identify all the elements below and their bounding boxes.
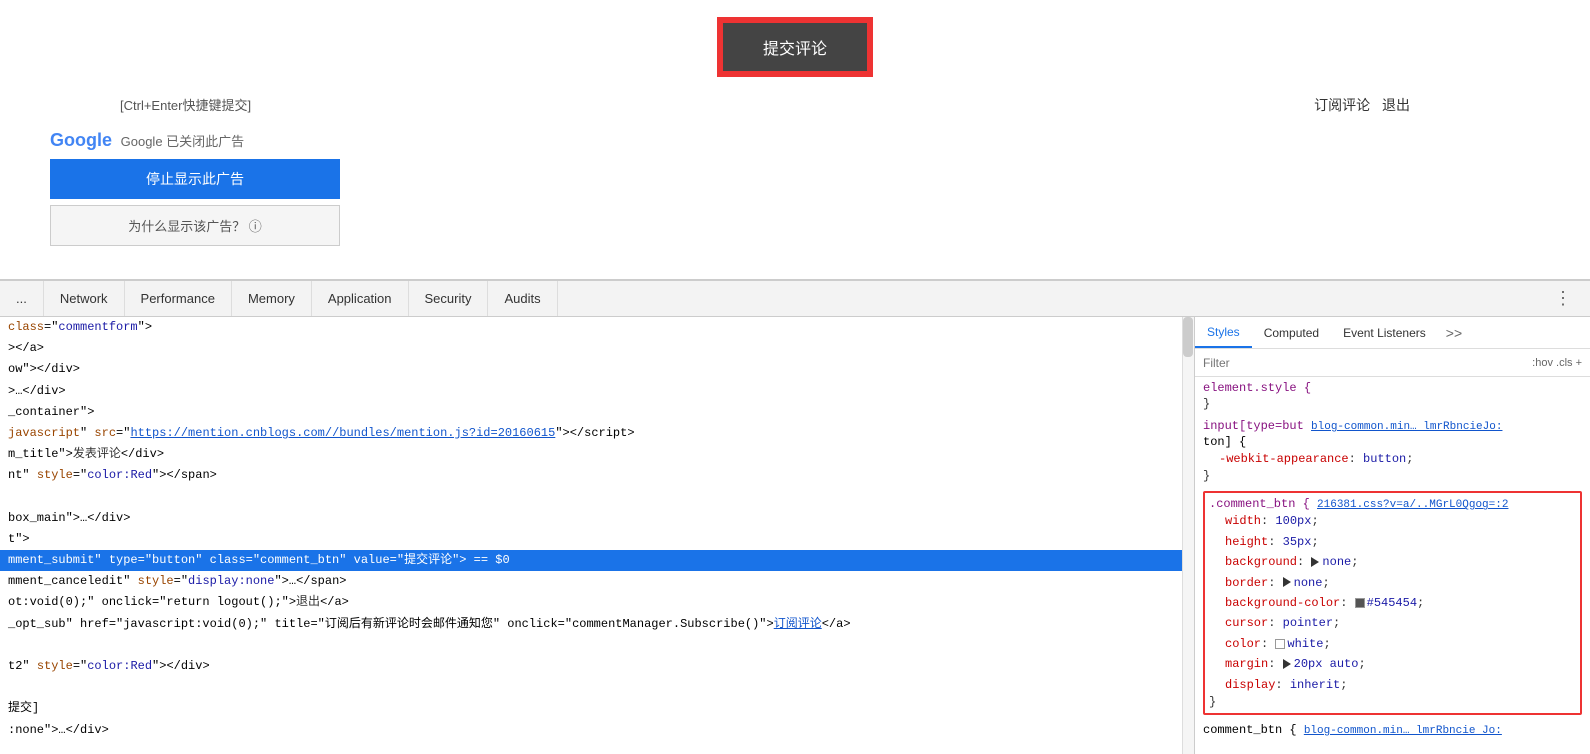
style-rule-input: input[type=but blog-common.min… lmrRbnci… <box>1203 419 1582 483</box>
html-panel-scrollbar[interactable] <box>1182 317 1194 754</box>
html-line-selected[interactable]: mment_submit" type="button" class="comme… <box>0 550 1194 571</box>
style-selector: input[type=but blog-common.min… lmrRbnci… <box>1203 419 1582 433</box>
html-line: ot:void(0);" onclick="return logout();">… <box>0 592 1194 613</box>
html-line: javascript" src="https://mention.cnblogs… <box>0 423 1194 444</box>
style-source-link[interactable]: blog-common.min… lmrRbncieJo: <box>1311 421 1502 433</box>
html-line: ></a> <box>0 338 1194 359</box>
logout-link[interactable]: 退出 <box>1382 97 1410 113</box>
google-ad-area: Google Google 已关闭此广告 停止显示此广告 为什么显示该广告？ ⓘ <box>50 130 350 246</box>
submit-btn-area: 提交评论 <box>0 0 1590 74</box>
html-line: box_main">…</div> <box>0 508 1194 529</box>
style-source-link2[interactable]: 216381.css?v=a/..MGrL0Qgog=:2 <box>1317 499 1508 511</box>
triangle-icon <box>1311 557 1319 567</box>
styles-tab-computed[interactable]: Computed <box>1252 317 1331 348</box>
style-prop-width: width: 100px; <box>1209 511 1576 531</box>
style-selector-cont: ton] { <box>1203 435 1582 449</box>
style-prop-border: border: none; <box>1209 573 1576 593</box>
html-line: ow"></div> <box>0 359 1194 380</box>
html-line: :none">…</div> <box>0 720 1194 741</box>
html-line: class="commentform"> <box>0 317 1194 338</box>
html-line <box>0 677 1194 698</box>
html-line: m_title">发表评论</div> <box>0 444 1194 465</box>
google-logo: Google <box>50 130 112 151</box>
style-rule-comment-btn: .comment_btn { 216381.css?v=a/..MGrL0Qgo… <box>1203 491 1582 715</box>
stop-ad-button[interactable]: 停止显示此广告 <box>50 159 340 199</box>
styles-panel-tabs: Styles Computed Event Listeners >> <box>1195 317 1590 349</box>
styles-filter-input[interactable] <box>1203 356 1532 370</box>
google-ad-title: Google Google 已关闭此广告 <box>50 130 350 151</box>
devtools-main-area: class="commentform"> ></a> ow"></div> >…… <box>0 317 1590 754</box>
page-content-area: 提交评论 [Ctrl+Enter快捷键提交] 订阅评论 退出 Google Go… <box>0 0 1590 280</box>
style-prop-background: background: none; <box>1209 552 1576 572</box>
styles-content: element.style { } input[type=but blog-co… <box>1195 377 1590 754</box>
devtools-tabs-bar: ... Network Performance Memory Applicati… <box>0 281 1590 317</box>
why-ad-button[interactable]: 为什么显示该广告？ ⓘ <box>50 205 340 246</box>
checkbox-swatch <box>1275 639 1285 649</box>
tab-performance[interactable]: Performance <box>125 281 232 316</box>
style-selector-row: .comment_btn { 216381.css?v=a/..MGrL0Qgo… <box>1209 497 1576 511</box>
html-line: t2" style="color:Red"></div> <box>0 656 1194 677</box>
subscribe-link[interactable]: 订阅评论 <box>1314 97 1370 113</box>
submit-comment-button[interactable]: 提交评论 <box>720 20 870 74</box>
html-line: _container"> <box>0 402 1194 423</box>
html-line: t"> <box>0 529 1194 550</box>
color-swatch[interactable] <box>1355 598 1365 608</box>
styles-tab-more[interactable]: >> <box>1438 325 1470 341</box>
tab-audits[interactable]: Audits <box>488 281 557 316</box>
style-selector: element.style { <box>1203 381 1582 395</box>
style-selector-partial: comment_btn { blog-common.min… lmrRbncie… <box>1203 723 1582 737</box>
tab-security[interactable]: Security <box>409 281 489 316</box>
style-rule-partial: comment_btn { blog-common.min… lmrRbncie… <box>1203 723 1582 737</box>
style-prop-height: height: 35px; <box>1209 532 1576 552</box>
html-line: mment_canceledit" style="display:none">…… <box>0 571 1194 592</box>
html-line: _opt_sub" href="javascript:void(0);" tit… <box>0 614 1194 635</box>
styles-filter-bar: :hov .cls + <box>1195 349 1590 377</box>
style-prop-color: color: white; <box>1209 634 1576 654</box>
style-prop-bgcolor: background-color: #545454; <box>1209 593 1576 613</box>
triangle-icon <box>1283 659 1291 669</box>
style-prop-display: display: inherit; <box>1209 675 1576 695</box>
tab-application[interactable]: Application <box>312 281 409 316</box>
style-close-brace: } <box>1203 397 1582 411</box>
style-close-brace: } <box>1209 695 1576 709</box>
triangle-icon <box>1283 577 1291 587</box>
devtools-panel: ... Network Performance Memory Applicati… <box>0 280 1590 754</box>
html-panel[interactable]: class="commentform"> ></a> ow"></div> >…… <box>0 317 1195 754</box>
style-rule-element: element.style { } <box>1203 381 1582 411</box>
styles-tab-styles[interactable]: Styles <box>1195 317 1252 348</box>
shortcut-hint: [Ctrl+Enter快捷键提交] <box>120 95 251 114</box>
style-close-brace: } <box>1203 469 1582 483</box>
style-prop-margin: margin: 20px auto; <box>1209 654 1576 674</box>
html-line <box>0 635 1194 656</box>
html-panel-scrollbar-thumb[interactable] <box>1183 317 1193 357</box>
html-line: >…</div> <box>0 381 1194 402</box>
styles-tab-event-listeners[interactable]: Event Listeners <box>1331 317 1438 348</box>
style-prop: -webkit-appearance: button; <box>1203 449 1582 469</box>
html-line: nt" style="color:Red"></span> <box>0 465 1194 486</box>
tab-ellipsis[interactable]: ... <box>0 281 44 316</box>
html-line <box>0 487 1194 508</box>
html-line: 提交] <box>0 698 1194 719</box>
devtools-more-tabs[interactable]: ⋮ <box>1546 288 1580 309</box>
subscribe-area: 订阅评论 退出 <box>1306 95 1410 115</box>
tab-network[interactable]: Network <box>44 281 125 316</box>
style-source-link3[interactable]: blog-common.min… lmrRbncie Jo: <box>1304 725 1502 737</box>
styles-panel: Styles Computed Event Listeners >> :hov … <box>1195 317 1590 754</box>
google-ad-closed-text: Google 已关闭此广告 <box>121 134 245 149</box>
filter-options[interactable]: :hov .cls + <box>1532 357 1582 369</box>
style-prop-cursor: cursor: pointer; <box>1209 613 1576 633</box>
tab-memory[interactable]: Memory <box>232 281 312 316</box>
